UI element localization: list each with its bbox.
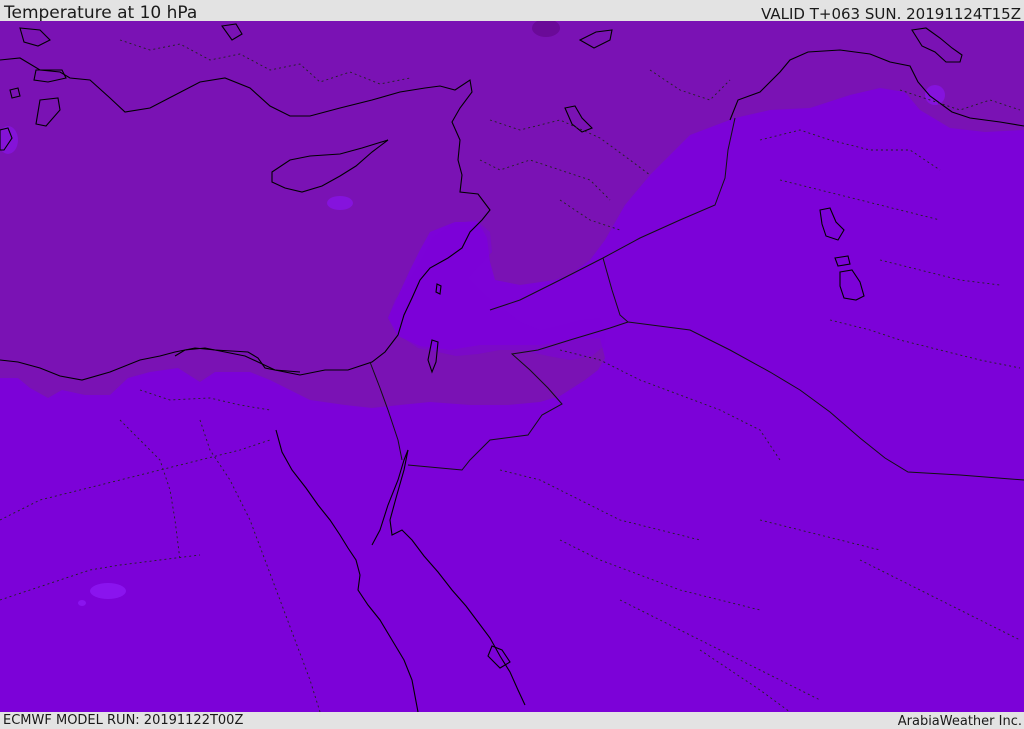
light-pocket-sahara (90, 583, 126, 599)
light-pocket-cyprus (327, 196, 353, 210)
footer-bar: ECMWF MODEL RUN: 20191122T00Z ArabiaWeat… (0, 712, 1024, 729)
credit-label: ArabiaWeather Inc. (897, 714, 1022, 729)
map-canvas (0, 19, 1024, 713)
light-pocket-sahara-small (78, 600, 86, 606)
map-panel (0, 19, 1024, 713)
header-bar: Temperature at 10 hPa VALID T+063 SUN. 2… (0, 0, 1024, 23)
map-title: Temperature at 10 hPa (4, 3, 198, 23)
forecast-map-frame: Temperature at 10 hPa VALID T+063 SUN. 2… (0, 0, 1024, 729)
model-run-label: ECMWF MODEL RUN: 20191122T00Z (3, 713, 244, 728)
